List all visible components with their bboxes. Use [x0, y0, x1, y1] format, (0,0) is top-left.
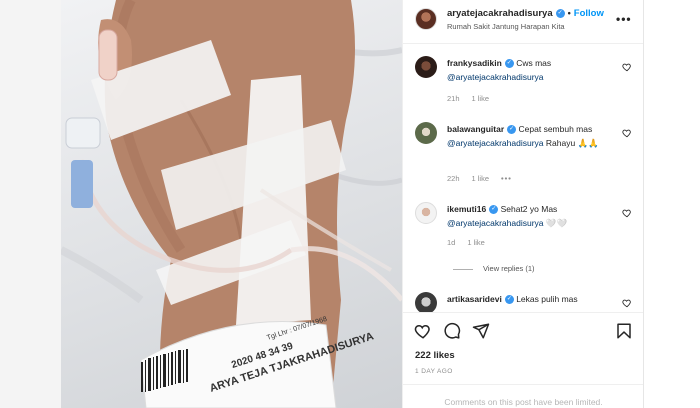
author-avatar[interactable]	[415, 8, 437, 30]
comment-text-tail: 🤍🤍	[543, 218, 568, 228]
view-replies-button[interactable]: View replies (1)	[453, 264, 535, 273]
heart-icon[interactable]	[622, 128, 632, 138]
commenter-username[interactable]: artikasaridevi	[447, 294, 502, 304]
bookmark-icon[interactable]	[615, 322, 633, 340]
comment-text: Cws mas	[516, 58, 552, 68]
commenter-avatar[interactable]	[415, 202, 437, 224]
comment-text: Lekas pulih mas	[516, 294, 578, 304]
post-date: 1 DAY AGO	[415, 368, 453, 375]
follow-button[interactable]: Follow	[574, 8, 604, 19]
comment-body: ikemuti16 ✓ Sehat2 yo Mas @aryatejacakrah…	[447, 202, 617, 230]
separator-dot: •	[567, 8, 571, 18]
comment-time: 1d	[447, 238, 456, 247]
heart-icon[interactable]	[622, 298, 632, 308]
comment-likes[interactable]: 1 like	[472, 174, 490, 183]
commenter-username[interactable]: ikemuti16	[447, 204, 486, 214]
comment-meta: 21h 1 like	[447, 94, 501, 103]
commenter-username[interactable]: balawanguitar	[447, 124, 504, 134]
comment-likes[interactable]: 1 like	[467, 238, 485, 247]
comment-mention[interactable]: @aryatejacakrahadisurya	[447, 72, 544, 82]
author-username[interactable]: aryatejacakrahadisurya	[447, 8, 553, 19]
comments-limited-notice: Comments on this post have been limited.	[403, 384, 644, 408]
commenter-username[interactable]: frankysadikin	[447, 58, 502, 68]
verified-badge-icon: ✓	[489, 205, 499, 215]
replies-divider-line	[453, 268, 473, 270]
commenter-avatar[interactable]	[415, 292, 437, 312]
commenter-avatar[interactable]	[415, 56, 437, 78]
comment-options-icon[interactable]: •••	[501, 174, 512, 183]
post-photo[interactable]: ARYA TEJA TJAKRAHADISURYA 2020 48 34 39 …	[61, 0, 402, 408]
right-margin	[643, 0, 700, 408]
comment-body: frankysadikin ✓ Cws mas @aryatejacakrahad…	[447, 56, 617, 84]
post-side-panel: aryatejacakrahadisurya ✓ • Follow Rumah Sak…	[402, 0, 644, 408]
hand-with-iv-illustration: ARYA TEJA TJAKRAHADISURYA 2020 48 34 39 …	[61, 0, 402, 408]
heart-icon[interactable]	[622, 208, 632, 218]
comment-body: artikasaridevi ✓ Lekas pulih mas	[447, 292, 617, 306]
post-location[interactable]: Rumah Sakit Jantung Harapan Kita	[447, 22, 565, 31]
comment-text-tail: Rahayu 🙏🙏	[543, 138, 599, 148]
commenter-avatar[interactable]	[415, 122, 437, 144]
more-icon[interactable]: •••	[616, 12, 632, 26]
comment-icon[interactable]	[443, 322, 461, 340]
comments-list[interactable]: frankysadikin ✓ Cws mas @aryatejacakrahad…	[403, 44, 644, 312]
comment-time: 21h	[447, 94, 460, 103]
comment-text: Sehat2 yo Mas	[500, 204, 558, 214]
likes-count[interactable]: 222 likes	[415, 350, 455, 361]
post-action-bar	[403, 312, 644, 348]
comment-time: 22h	[447, 174, 460, 183]
heart-icon[interactable]	[622, 62, 632, 72]
verified-badge-icon: ✓	[507, 125, 517, 135]
comment-likes[interactable]: 1 like	[472, 94, 490, 103]
view-replies-label: View replies (1)	[483, 264, 535, 273]
comment-meta: 22h 1 like •••	[447, 174, 524, 183]
comment-body: balawanguitar ✓ Cepat sembuh mas @aryatej…	[447, 122, 617, 150]
comment-text: Cepat sembuh mas	[518, 124, 593, 134]
left-margin	[0, 0, 61, 408]
comment-meta: 1d 1 like	[447, 238, 497, 247]
comment-mention[interactable]: @aryatejacakrahadisurya	[447, 218, 544, 228]
verified-badge-icon: ✓	[504, 295, 514, 305]
verified-badge-icon: ✓	[504, 59, 514, 69]
verified-badge-icon: ✓	[555, 8, 565, 18]
comment-mention[interactable]: @aryatejacakrahadisurya	[447, 138, 544, 148]
heart-icon[interactable]	[414, 322, 432, 340]
author-line: aryatejacakrahadisurya ✓ • Follow	[447, 8, 604, 19]
post-header: aryatejacakrahadisurya ✓ • Follow Rumah Sak…	[403, 0, 644, 44]
send-icon[interactable]	[472, 322, 490, 340]
